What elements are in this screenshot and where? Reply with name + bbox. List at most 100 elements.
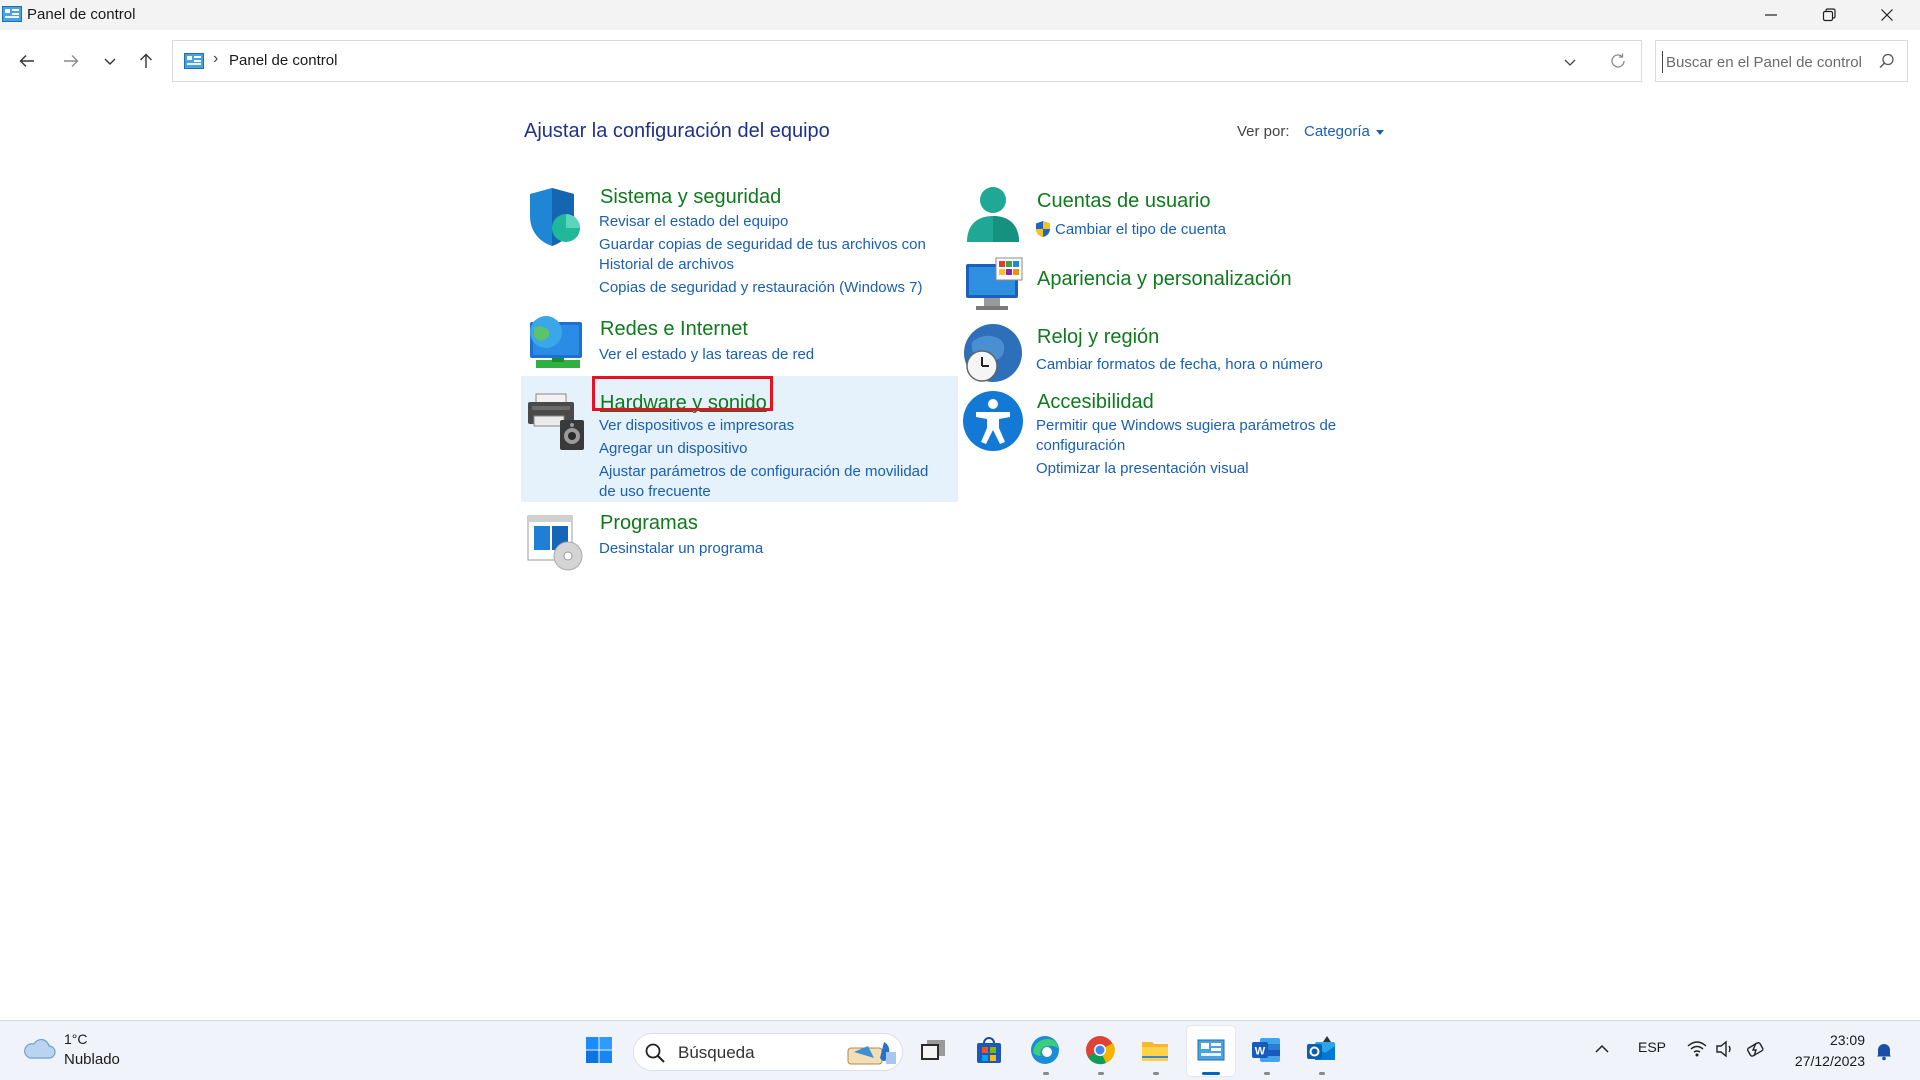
- windows-start-icon: [586, 1037, 612, 1063]
- category-title-user-accounts[interactable]: Cuentas de usuario: [1037, 190, 1210, 213]
- restore-icon: [1822, 8, 1836, 22]
- clock-time[interactable]: 23:09: [1830, 1032, 1865, 1048]
- taskbar-chrome[interactable]: [1081, 1031, 1119, 1069]
- weather-temperature[interactable]: 1°C: [64, 1031, 88, 1047]
- network-globe-icon[interactable]: [526, 314, 588, 376]
- control-panel-icon: [2, 6, 22, 22]
- back-button[interactable]: [12, 48, 42, 74]
- refresh-icon[interactable]: [1609, 52, 1627, 70]
- forward-button[interactable]: [56, 48, 86, 74]
- chevron-up-icon[interactable]: [1592, 1039, 1612, 1059]
- arrow-up-icon: [140, 53, 152, 68]
- task-view-button[interactable]: [914, 1031, 952, 1069]
- link-mobility-settings-cont[interactable]: de uso frecuente: [599, 482, 711, 502]
- notification-bell-icon[interactable]: [1874, 1041, 1894, 1061]
- outlook-icon: [1307, 1036, 1335, 1060]
- wifi-icon[interactable]: [1687, 1039, 1707, 1059]
- shield-icon[interactable]: [526, 186, 588, 248]
- clock-date[interactable]: 27/12/2023: [1795, 1053, 1865, 1069]
- link-file-history-backup-cont[interactable]: Historial de archivos: [599, 255, 734, 275]
- chrome-icon: [1086, 1036, 1115, 1065]
- link-change-account-type[interactable]: Cambiar el tipo de cuenta: [1055, 220, 1226, 240]
- link-uninstall-program[interactable]: Desinstalar un programa: [599, 539, 763, 559]
- link-devices-printers[interactable]: Ver dispositivos e impresoras: [599, 416, 794, 436]
- close-button[interactable]: [1858, 0, 1916, 30]
- search-icon[interactable]: [1878, 52, 1896, 70]
- category-title-clock-region[interactable]: Reloj y región: [1037, 326, 1159, 349]
- link-mobility-settings[interactable]: Ajustar parámetros de configuración de m…: [599, 462, 928, 482]
- taskbar: 1°C Nublado Búsqueda W ESP 23:09 27/12/2…: [0, 1020, 1920, 1080]
- link-file-history-backup[interactable]: Guardar copias de seguridad de tus archi…: [599, 235, 926, 255]
- volume-icon[interactable]: [1715, 1039, 1735, 1059]
- taskbar-search-label: Búsqueda: [678, 1043, 755, 1062]
- printer-speaker-icon[interactable]: [526, 392, 588, 454]
- window-title: Panel de control: [27, 6, 136, 23]
- search-icon: [645, 1043, 665, 1063]
- breadcrumb-control-panel[interactable]: Panel de control: [229, 52, 337, 69]
- search-box[interactable]: [1655, 40, 1908, 82]
- link-windows-suggest-settings[interactable]: Permitir que Windows sugiera parámetros …: [1036, 416, 1336, 436]
- minimize-icon: [1765, 14, 1777, 16]
- start-button[interactable]: [580, 1031, 618, 1069]
- address-bar[interactable]: › Panel de control: [172, 40, 1642, 82]
- page-title: Ajustar la configuración del equipo: [524, 120, 830, 142]
- task-view-icon: [921, 1040, 945, 1060]
- taskbar-word[interactable]: W: [1247, 1031, 1285, 1069]
- caret-down-icon[interactable]: [1376, 130, 1384, 135]
- link-network-status[interactable]: Ver el estado y las tareas de red: [599, 345, 814, 365]
- taskbar-running-indicator: [1264, 1072, 1270, 1075]
- category-title-accessibility[interactable]: Accesibilidad: [1037, 391, 1154, 414]
- taskbar-edge[interactable]: [1026, 1031, 1064, 1069]
- cloud-icon[interactable]: [22, 1036, 56, 1062]
- category-title-network-internet[interactable]: Redes e Internet: [600, 318, 748, 341]
- user-icon[interactable]: [962, 186, 1024, 248]
- chevron-down-icon: [104, 58, 116, 65]
- microsoft-store-icon: [977, 1037, 1001, 1063]
- category-title-appearance[interactable]: Apariencia y personalización: [1037, 268, 1292, 291]
- monitor-palette-icon[interactable]: [962, 256, 1024, 318]
- recent-locations-button[interactable]: [95, 48, 125, 74]
- annotation-highlight-box: [592, 376, 773, 411]
- weather-description[interactable]: Nublado: [64, 1051, 120, 1068]
- taskbar-running-indicator: [1319, 1072, 1325, 1075]
- taskbar-file-explorer[interactable]: [1136, 1031, 1174, 1069]
- search-input[interactable]: [1662, 51, 1872, 73]
- restore-button[interactable]: [1800, 0, 1858, 30]
- view-by-dropdown[interactable]: Categoría: [1304, 123, 1370, 140]
- link-backup-restore-win7[interactable]: Copias de seguridad y restauración (Wind…: [599, 278, 923, 298]
- chevron-down-icon[interactable]: [1561, 53, 1579, 71]
- control-panel-icon: [184, 53, 204, 69]
- arrow-right-icon: [64, 55, 79, 67]
- control-panel-icon: [1197, 1039, 1225, 1061]
- taskbar-search[interactable]: Búsqueda: [633, 1033, 903, 1071]
- minimize-button[interactable]: [1742, 0, 1800, 30]
- title-bar: Panel de control: [0, 0, 1920, 30]
- svg-text:W: W: [1255, 1046, 1266, 1058]
- taskbar-control-panel[interactable]: [1192, 1031, 1230, 1069]
- category-title-system-security[interactable]: Sistema y seguridad: [600, 186, 781, 209]
- breadcrumb-separator[interactable]: ›: [213, 50, 218, 68]
- category-title-programs[interactable]: Programas: [600, 512, 698, 535]
- taskbar-running-indicator: [1043, 1072, 1049, 1075]
- up-button[interactable]: [131, 48, 161, 74]
- programs-disc-icon[interactable]: [526, 512, 588, 574]
- file-explorer-icon: [1142, 1042, 1168, 1061]
- link-review-status[interactable]: Revisar el estado del equipo: [599, 212, 788, 232]
- view-by-label: Ver por:: [1237, 123, 1290, 140]
- link-windows-suggest-settings-cont[interactable]: configuración: [1036, 436, 1125, 456]
- link-date-time-formats[interactable]: Cambiar formatos de fecha, hora o número: [1036, 355, 1323, 375]
- link-add-device[interactable]: Agregar un dispositivo: [599, 439, 747, 459]
- taskbar-store[interactable]: [970, 1031, 1008, 1069]
- accessibility-icon[interactable]: [962, 390, 1024, 452]
- taskbar-outlook[interactable]: [1302, 1031, 1340, 1069]
- clock-globe-icon[interactable]: [962, 322, 1024, 384]
- input-language[interactable]: ESP: [1638, 1039, 1666, 1055]
- battery-charging-icon[interactable]: [1746, 1039, 1766, 1059]
- taskbar-running-indicator: [1098, 1072, 1104, 1075]
- edge-icon: [1031, 1036, 1059, 1064]
- close-icon: [1881, 9, 1893, 21]
- word-icon: W: [1252, 1038, 1280, 1062]
- arrow-left-icon: [19, 55, 34, 67]
- link-optimize-visual-display[interactable]: Optimizar la presentación visual: [1036, 459, 1249, 479]
- search-highlight-art-icon: [847, 1042, 896, 1065]
